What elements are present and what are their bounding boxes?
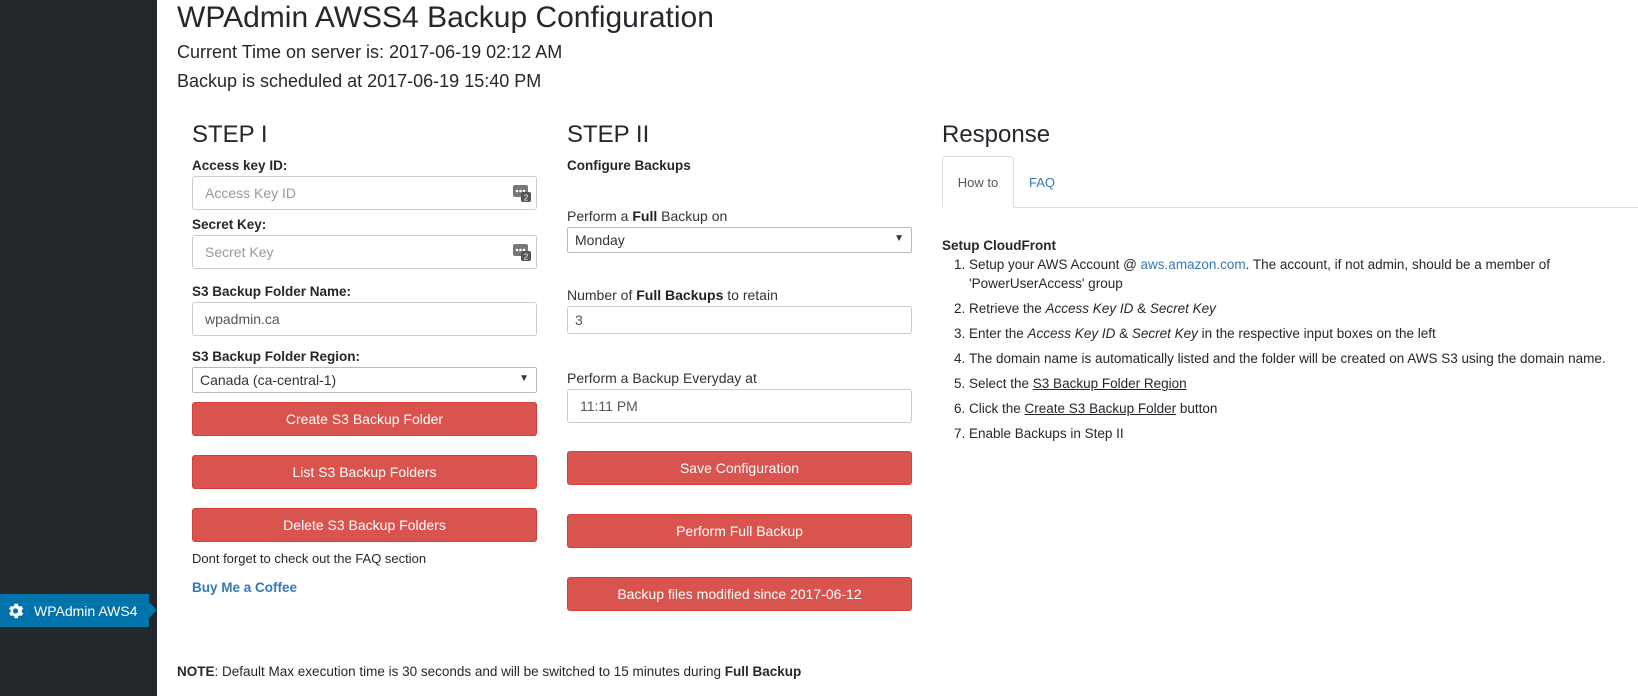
- list-item: Setup your AWS Account @ aws.amazon.com.…: [969, 255, 1638, 293]
- tab-how-to[interactable]: How to: [942, 156, 1014, 208]
- retain-count-input[interactable]: [567, 306, 912, 334]
- retain-count-label: Number of Full Backups to retain: [567, 287, 778, 303]
- svg-text:2: 2: [524, 253, 529, 262]
- list-item: Enter the Access Key ID & Secret Key in …: [969, 324, 1638, 343]
- schedule-text: Backup is scheduled at 2017-06-19 15:40 …: [177, 71, 542, 91]
- daily-backup-label: Perform a Backup Everyday at: [567, 370, 757, 386]
- step-two-panel: STEP II Configure Backups Perform a Full…: [567, 120, 912, 611]
- list-item: Select the S3 Backup Folder Region: [969, 374, 1638, 393]
- full-backup-day-label: Perform a Full Backup on: [567, 208, 728, 224]
- main-content: WPAdmin AWSS4 Backup Configuration Curre…: [177, 0, 1638, 696]
- step-two-heading: STEP II: [567, 121, 650, 148]
- password-manager-icon[interactable]: 2: [513, 184, 531, 203]
- secret-key-input[interactable]: [192, 235, 537, 269]
- admin-sidebar: WPAdmin AWS4: [0, 0, 157, 696]
- folder-name-label: S3 Backup Folder Name:: [192, 284, 352, 299]
- step-one-heading: STEP I: [192, 121, 268, 148]
- incremental-backup-button[interactable]: Backup files modified since 2017-06-12: [567, 577, 912, 611]
- secret-key-wrap: 2: [192, 235, 537, 269]
- execution-time-note: NOTE: Default Max execution time is 30 s…: [177, 664, 802, 679]
- faq-hint-text: Dont forget to check out the FAQ section: [192, 551, 427, 566]
- perform-full-backup-button[interactable]: Perform Full Backup: [567, 514, 912, 548]
- region-select-value: Canada (ca-central-1): [200, 372, 337, 388]
- save-configuration-button[interactable]: Save Configuration: [567, 451, 912, 485]
- full-backup-day-value: Monday: [575, 232, 625, 248]
- sidebar-item-label: WPAdmin AWS4: [34, 602, 138, 619]
- list-item: The domain name is automatically listed …: [969, 349, 1638, 368]
- buy-coffee-link[interactable]: Buy Me a Coffee: [192, 580, 297, 595]
- chevron-down-icon: ▼: [519, 373, 529, 384]
- list-item: Enable Backups in Step II: [969, 424, 1638, 443]
- region-label: S3 Backup Folder Region:: [192, 349, 361, 364]
- access-key-wrap: 2: [192, 176, 537, 210]
- list-item: Retrieve the Access Key ID & Secret Key: [969, 299, 1638, 318]
- create-folder-button[interactable]: Create S3 Backup Folder: [192, 402, 537, 436]
- configure-backups-subheading: Configure Backups: [567, 158, 691, 173]
- chevron-down-icon: ▼: [894, 233, 904, 244]
- response-panel: Response How to FAQ Setup CloudFront Set…: [942, 120, 1638, 449]
- gear-icon: [6, 602, 24, 620]
- step-one-panel: STEP I Access key ID: 2 Secret Key: 2 S3…: [192, 120, 537, 597]
- page-title: WPAdmin AWSS4 Backup Configuration: [177, 1, 714, 34]
- daily-backup-time-input[interactable]: [567, 389, 912, 423]
- access-key-label: Access key ID:: [192, 158, 288, 173]
- list-folders-button[interactable]: List S3 Backup Folders: [192, 455, 537, 489]
- folder-name-input[interactable]: [192, 302, 537, 336]
- delete-folders-button[interactable]: Delete S3 Backup Folders: [192, 508, 537, 542]
- secret-key-label: Secret Key:: [192, 217, 267, 232]
- full-backup-day-select[interactable]: Monday ▼: [567, 227, 912, 253]
- howto-title: Setup CloudFront: [942, 238, 1056, 253]
- howto-steps-list: Setup your AWS Account @ aws.amazon.com.…: [942, 255, 1638, 443]
- response-tabs: How to FAQ: [942, 156, 1638, 208]
- sidebar-item-wpadmin-aws4[interactable]: WPAdmin AWS4: [0, 594, 157, 627]
- tab-faq[interactable]: FAQ: [1014, 156, 1070, 208]
- access-key-input[interactable]: [192, 176, 537, 210]
- response-heading: Response: [942, 121, 1051, 148]
- aws-link[interactable]: aws.amazon.com: [1141, 257, 1246, 272]
- svg-text:2: 2: [524, 194, 529, 203]
- server-time-text: Current Time on server is: 2017-06-19 02…: [177, 42, 563, 62]
- password-manager-icon[interactable]: 2: [513, 243, 531, 262]
- list-item: Click the Create S3 Backup Folder button: [969, 399, 1638, 418]
- region-select[interactable]: Canada (ca-central-1) ▼: [192, 367, 537, 393]
